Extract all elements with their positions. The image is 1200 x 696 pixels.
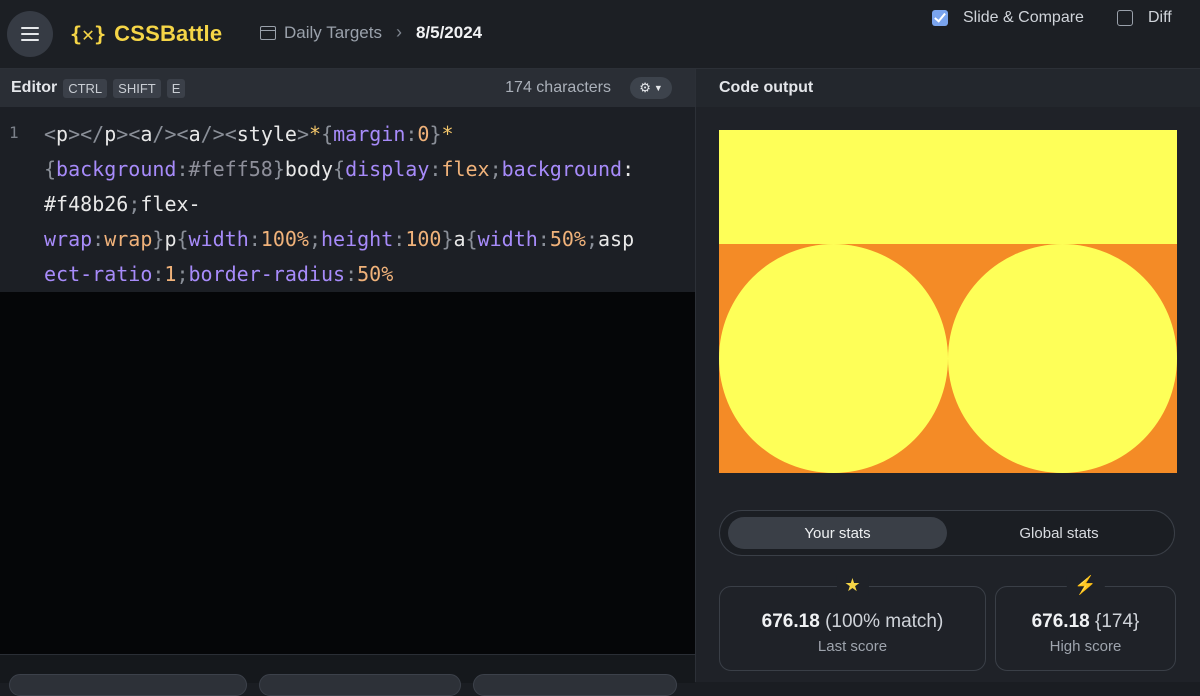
output-circle-left — [719, 244, 948, 473]
high-score-card: ⚡ 676.18 {174} High score — [995, 575, 1176, 671]
high-score-label: High score — [1049, 638, 1122, 655]
breadcrumb-date: 8/5/2024 — [415, 22, 483, 42]
code-editor-empty-area[interactable] — [0, 292, 695, 654]
last-score-label: Last score — [817, 638, 888, 655]
output-canvas[interactable] — [719, 130, 1177, 473]
editor-action-bar — [0, 654, 695, 696]
last-score-match: (100% match) — [825, 611, 944, 632]
editor-settings-button[interactable]: ⚙ ▼ — [630, 77, 672, 99]
action-button-1[interactable] — [9, 674, 247, 696]
breadcrumb-daily-targets[interactable]: Daily Targets — [284, 23, 382, 43]
logo[interactable]: {✕} CSSBattle — [70, 20, 222, 48]
kbd-ctrl: CTRL — [63, 78, 108, 98]
tab-your-stats[interactable]: Your stats — [728, 517, 947, 549]
tab-global-stats[interactable]: Global stats — [950, 517, 1168, 549]
editor-header: Editor CTRL SHIFT E 174 characters ⚙ ▼ — [0, 69, 695, 107]
code-text[interactable]: <p></p><a/><a/><style>*{margin:0}* {back… — [44, 117, 694, 292]
character-count: 174 characters — [505, 79, 611, 96]
hamburger-icon — [21, 25, 39, 43]
output-title: Code output — [719, 79, 814, 96]
diff-checkbox[interactable] — [1117, 10, 1133, 26]
line-number: 1 — [9, 123, 19, 142]
high-score-value: 676.18 {174} — [996, 611, 1175, 633]
action-button-2[interactable] — [259, 674, 461, 696]
menu-button[interactable] — [7, 11, 53, 57]
gear-icon: ⚙ — [639, 80, 651, 95]
action-button-3[interactable] — [473, 674, 677, 696]
logo-icon: {✕} — [70, 22, 107, 46]
caret-down-icon: ▼ — [653, 83, 663, 93]
logo-text: CSSBattle — [114, 21, 223, 46]
stats-tabs: Your stats Global stats — [719, 510, 1175, 556]
calendar-icon — [260, 25, 276, 40]
output-header: Code output — [696, 69, 1200, 107]
breadcrumb: Daily Targets › 8/5/2024 — [260, 22, 482, 43]
output-rectangle — [719, 130, 1177, 244]
slide-compare-label[interactable]: Slide & Compare — [963, 9, 1084, 27]
kbd-shift: SHIFT — [113, 78, 161, 98]
high-score-number: 676.18 — [1031, 611, 1090, 632]
last-score-card: ★ 676.18 (100% match) Last score — [719, 575, 986, 671]
kbd-e: E — [166, 78, 186, 98]
diff-label[interactable]: Diff — [1148, 9, 1172, 27]
output-circle-right — [948, 244, 1177, 473]
slide-compare-checkbox[interactable] — [932, 10, 948, 26]
chevron-right-icon: › — [395, 22, 402, 42]
star-icon: ★ — [836, 575, 869, 596]
editor-title: Editor — [11, 79, 58, 96]
last-score-number: 676.18 — [761, 611, 820, 632]
bolt-icon: ⚡ — [1066, 575, 1105, 596]
high-score-chars: {174} — [1095, 611, 1140, 632]
last-score-value: 676.18 (100% match) — [720, 611, 985, 633]
